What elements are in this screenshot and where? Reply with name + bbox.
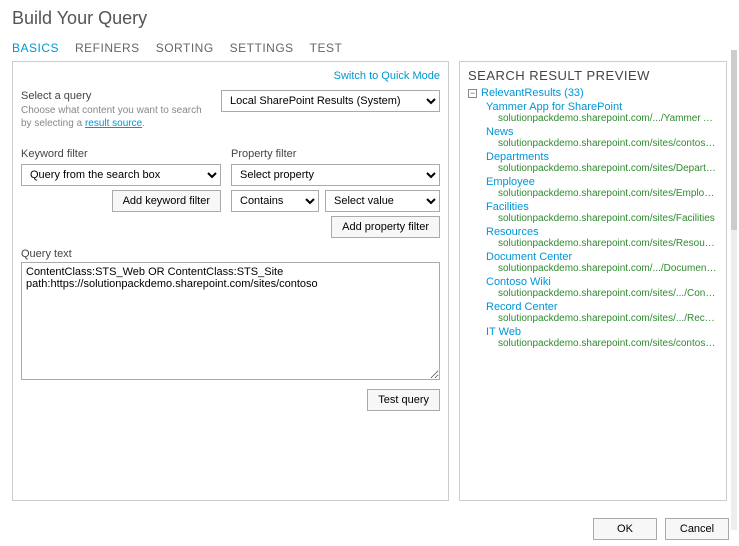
select-query-desc: Choose what content you want to search b… — [21, 104, 211, 130]
property-select[interactable]: Select property — [231, 164, 440, 186]
result-url: solutionpackdemo.sharepoint.com/sites/Em… — [498, 188, 718, 199]
tab-test[interactable]: TEST — [310, 41, 343, 55]
result-url: solutionpackdemo.sharepoint.com/sites/co… — [498, 338, 718, 349]
result-url: solutionpackdemo.sharepoint.com/sites/Re… — [498, 238, 718, 249]
result-title-link[interactable]: Employee — [486, 176, 718, 188]
result-url: solutionpackdemo.sharepoint.com/sites/Fa… — [498, 213, 718, 224]
property-value-select[interactable]: Select value — [325, 190, 440, 212]
results-list: Yammer App for SharePointsolutionpackdem… — [468, 101, 718, 351]
query-text-input[interactable] — [21, 262, 440, 380]
scrollbar[interactable] — [731, 50, 737, 530]
result-title-link[interactable]: Yammer App for SharePoint — [486, 101, 718, 113]
keyword-filter-select[interactable]: Query from the search box — [21, 164, 221, 186]
tab-sorting[interactable]: SORTING — [156, 41, 214, 55]
result-url: solutionpackdemo.sharepoint.com/.../Docu… — [498, 263, 718, 274]
test-query-button[interactable]: Test query — [367, 389, 440, 411]
keyword-filter-label: Keyword filter — [21, 148, 221, 160]
result-item: Facilitiessolutionpackdemo.sharepoint.co… — [486, 201, 718, 224]
result-item: Departmentssolutionpackdemo.sharepoint.c… — [486, 151, 718, 174]
left-panel: Switch to Quick Mode Select a query Choo… — [12, 61, 449, 501]
result-url: solutionpackdemo.sharepoint.com/sites/co… — [498, 138, 718, 149]
result-url: solutionpackdemo.sharepoint.com/sites/De… — [498, 163, 718, 174]
add-property-filter-button[interactable]: Add property filter — [331, 216, 440, 238]
result-url: solutionpackdemo.sharepoint.com/sites/..… — [498, 313, 718, 324]
result-title-link[interactable]: Departments — [486, 151, 718, 163]
result-title-link[interactable]: Facilities — [486, 201, 718, 213]
property-filter-label: Property filter — [231, 148, 440, 160]
result-title-link[interactable]: News — [486, 126, 718, 138]
result-item: Resourcessolutionpackdemo.sharepoint.com… — [486, 226, 718, 249]
tab-settings[interactable]: SETTINGS — [230, 41, 294, 55]
query-text-label: Query text — [21, 248, 440, 260]
result-source-link[interactable]: result source — [85, 118, 142, 129]
property-operator-select[interactable]: Contains — [231, 190, 319, 212]
result-url: solutionpackdemo.sharepoint.com/sites/..… — [498, 288, 718, 299]
result-title-link[interactable]: IT Web — [486, 326, 718, 338]
result-item: Record Centersolutionpackdemo.sharepoint… — [486, 301, 718, 324]
add-keyword-filter-button[interactable]: Add keyword filter — [112, 190, 221, 212]
result-title-link[interactable]: Record Center — [486, 301, 718, 313]
right-panel: SEARCH RESULT PREVIEW − RelevantResults … — [459, 61, 727, 501]
result-url: solutionpackdemo.sharepoint.com/.../Yamm… — [498, 113, 718, 124]
result-item: Contoso Wikisolutionpackdemo.sharepoint.… — [486, 276, 718, 299]
result-title-link[interactable]: Contoso Wiki — [486, 276, 718, 288]
page-title: Build Your Query — [0, 0, 739, 41]
tab-refiners[interactable]: REFINERS — [75, 41, 140, 55]
tab-basics[interactable]: BASICS — [12, 41, 59, 55]
result-item: Employeesolutionpackdemo.sharepoint.com/… — [486, 176, 718, 199]
result-title-link[interactable]: Resources — [486, 226, 718, 238]
result-source-select[interactable]: Local SharePoint Results (System) — [221, 90, 440, 112]
desc-text-post: . — [142, 118, 145, 129]
result-item: Newssolutionpackdemo.sharepoint.com/site… — [486, 126, 718, 149]
tree-collapse-icon[interactable]: − — [468, 89, 477, 98]
preview-title: SEARCH RESULT PREVIEW — [468, 68, 718, 83]
tabs-row: BASICS REFINERS SORTING SETTINGS TEST — [0, 41, 739, 61]
result-item: Document Centersolutionpackdemo.sharepoi… — [486, 251, 718, 274]
result-item: Yammer App for SharePointsolutionpackdem… — [486, 101, 718, 124]
result-item: IT Websolutionpackdemo.sharepoint.com/si… — [486, 326, 718, 349]
ok-button[interactable]: OK — [593, 518, 657, 540]
select-query-label: Select a query — [21, 90, 211, 102]
cancel-button[interactable]: Cancel — [665, 518, 729, 540]
relevant-results-node[interactable]: RelevantResults (33) — [481, 87, 584, 99]
switch-mode-link[interactable]: Switch to Quick Mode — [21, 70, 440, 90]
scrollbar-thumb[interactable] — [731, 50, 737, 230]
result-title-link[interactable]: Document Center — [486, 251, 718, 263]
